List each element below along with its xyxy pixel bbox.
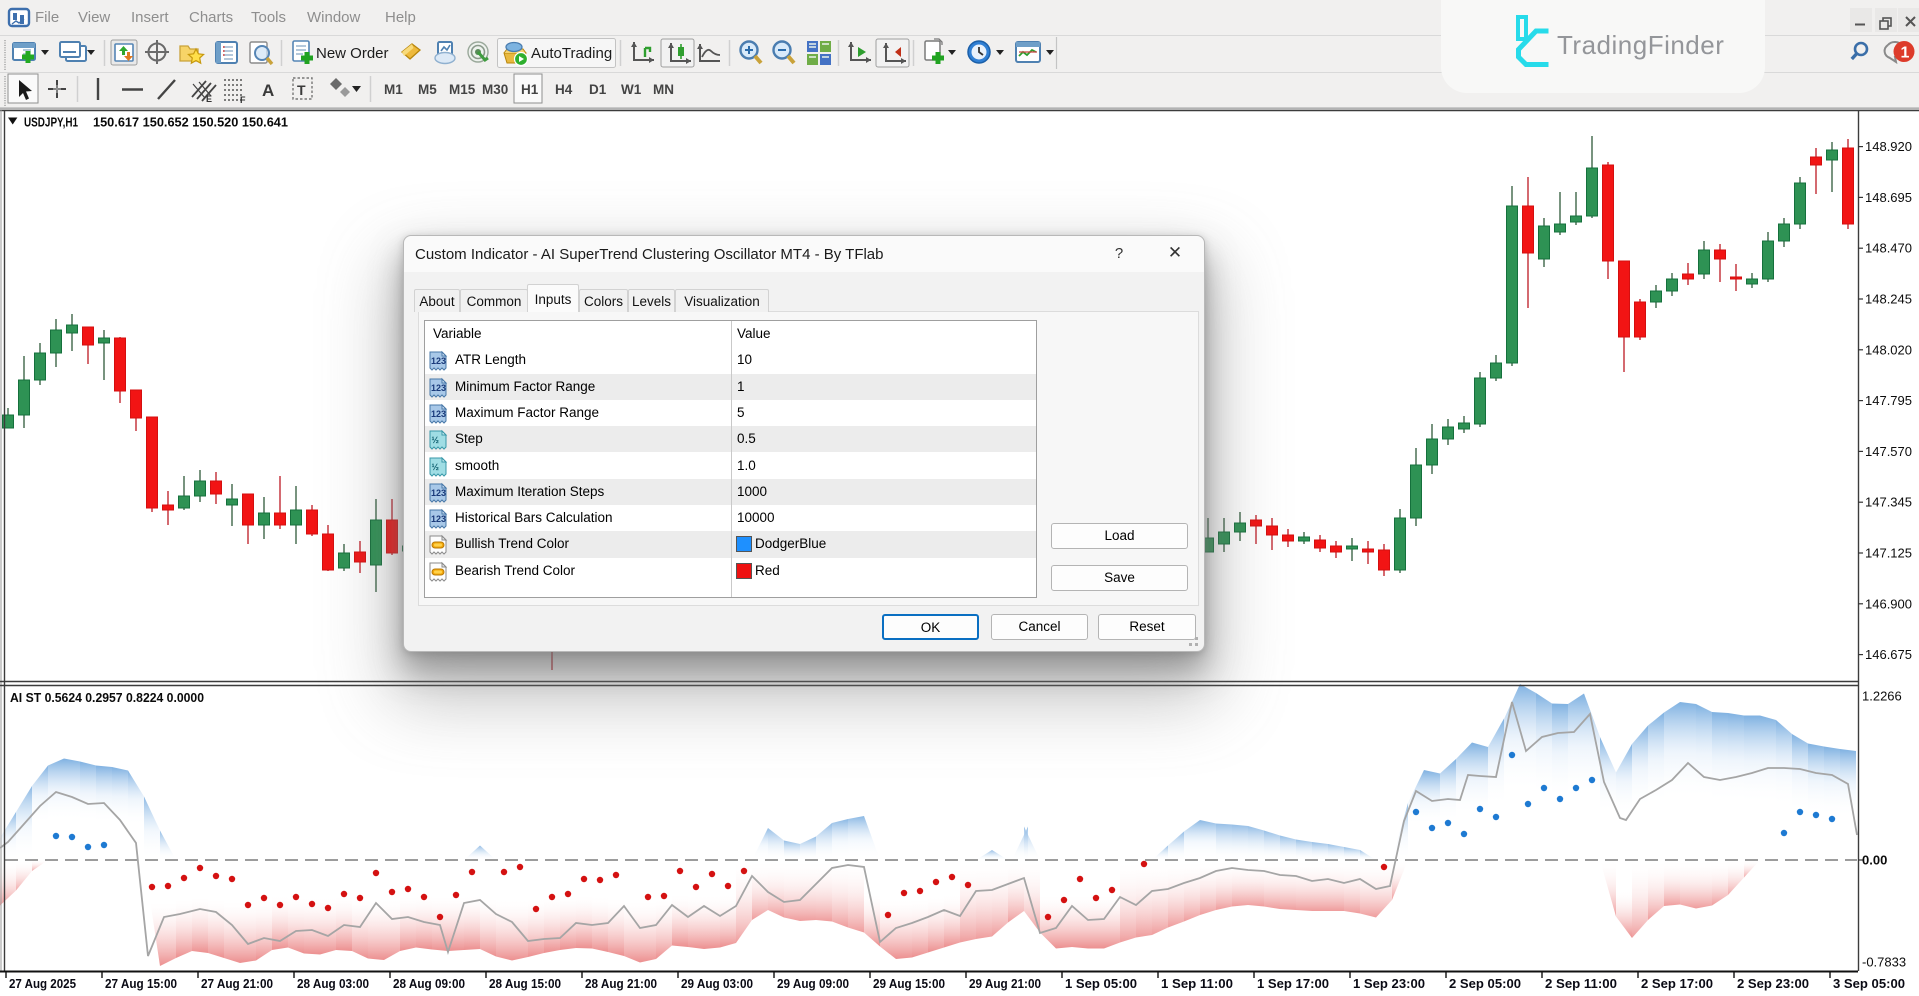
svg-text:123: 123: [431, 356, 446, 366]
svg-text:29 Aug 03:00: 29 Aug 03:00: [681, 977, 753, 991]
svg-text:148.920: 148.920: [1865, 139, 1912, 154]
svg-text:½: ½: [432, 435, 440, 445]
svg-text:AI ST 0.5624 0.2957 0.8224 0.0: AI ST 0.5624 0.2957 0.8224 0.0000: [10, 690, 204, 705]
svg-text:147.125: 147.125: [1865, 546, 1912, 561]
svg-text:148.245: 148.245: [1865, 292, 1912, 307]
svg-text:148.695: 148.695: [1865, 190, 1912, 205]
svg-text:1 Sep 11:00: 1 Sep 11:00: [1161, 977, 1233, 991]
svg-text:27 Aug 15:00: 27 Aug 15:00: [105, 977, 177, 991]
svg-text:29 Aug 09:00: 29 Aug 09:00: [777, 977, 849, 991]
svg-text:3 Sep 05:00: 3 Sep 05:00: [1833, 977, 1905, 991]
svg-text:28 Aug 21:00: 28 Aug 21:00: [585, 977, 657, 991]
svg-text:½: ½: [432, 462, 440, 472]
svg-text:2 Sep 05:00: 2 Sep 05:00: [1449, 977, 1521, 991]
svg-text:A: A: [262, 81, 274, 100]
svg-text:1 Sep 23:00: 1 Sep 23:00: [1353, 977, 1425, 991]
svg-text:29 Aug 15:00: 29 Aug 15:00: [873, 977, 945, 991]
svg-text:2 Sep 11:00: 2 Sep 11:00: [1545, 977, 1617, 991]
svg-text:28 Aug 15:00: 28 Aug 15:00: [489, 977, 561, 991]
svg-text:0.00: 0.00: [1862, 853, 1887, 868]
svg-text:123: 123: [431, 514, 446, 524]
svg-text:150.617 150.652 150.520 150.64: 150.617 150.652 150.520 150.641: [93, 115, 288, 130]
svg-text:123: 123: [431, 383, 446, 393]
svg-text:1 Sep 05:00: 1 Sep 05:00: [1065, 977, 1137, 991]
svg-text:28 Aug 09:00: 28 Aug 09:00: [393, 977, 465, 991]
svg-text:1 Sep 17:00: 1 Sep 17:00: [1257, 977, 1329, 991]
svg-text:F: F: [240, 95, 246, 105]
svg-text:123: 123: [431, 488, 446, 498]
svg-text:28 Aug 03:00: 28 Aug 03:00: [297, 977, 369, 991]
svg-text:147.345: 147.345: [1865, 495, 1912, 510]
svg-text:27 Aug 21:00: 27 Aug 21:00: [201, 977, 273, 991]
svg-text:2 Sep 17:00: 2 Sep 17:00: [1641, 977, 1713, 991]
svg-text:-0.7833: -0.7833: [1862, 955, 1906, 970]
svg-text:148.470: 148.470: [1865, 241, 1912, 256]
svg-text:USDJPY,H1: USDJPY,H1: [24, 115, 78, 130]
svg-text:146.900: 146.900: [1865, 596, 1912, 611]
svg-text:148.020: 148.020: [1865, 342, 1912, 357]
svg-text:T: T: [297, 82, 306, 98]
svg-text:147.570: 147.570: [1865, 444, 1912, 459]
svg-text:146.675: 146.675: [1865, 647, 1912, 662]
svg-text:1.2266: 1.2266: [1862, 689, 1902, 704]
svg-text:2 Sep 23:00: 2 Sep 23:00: [1737, 977, 1809, 991]
svg-text:27 Aug 2025: 27 Aug 2025: [9, 977, 76, 991]
svg-text:E: E: [206, 94, 212, 104]
svg-text:123: 123: [431, 409, 446, 419]
svg-text:29 Aug 21:00: 29 Aug 21:00: [969, 977, 1041, 991]
svg-text:147.795: 147.795: [1865, 393, 1912, 408]
